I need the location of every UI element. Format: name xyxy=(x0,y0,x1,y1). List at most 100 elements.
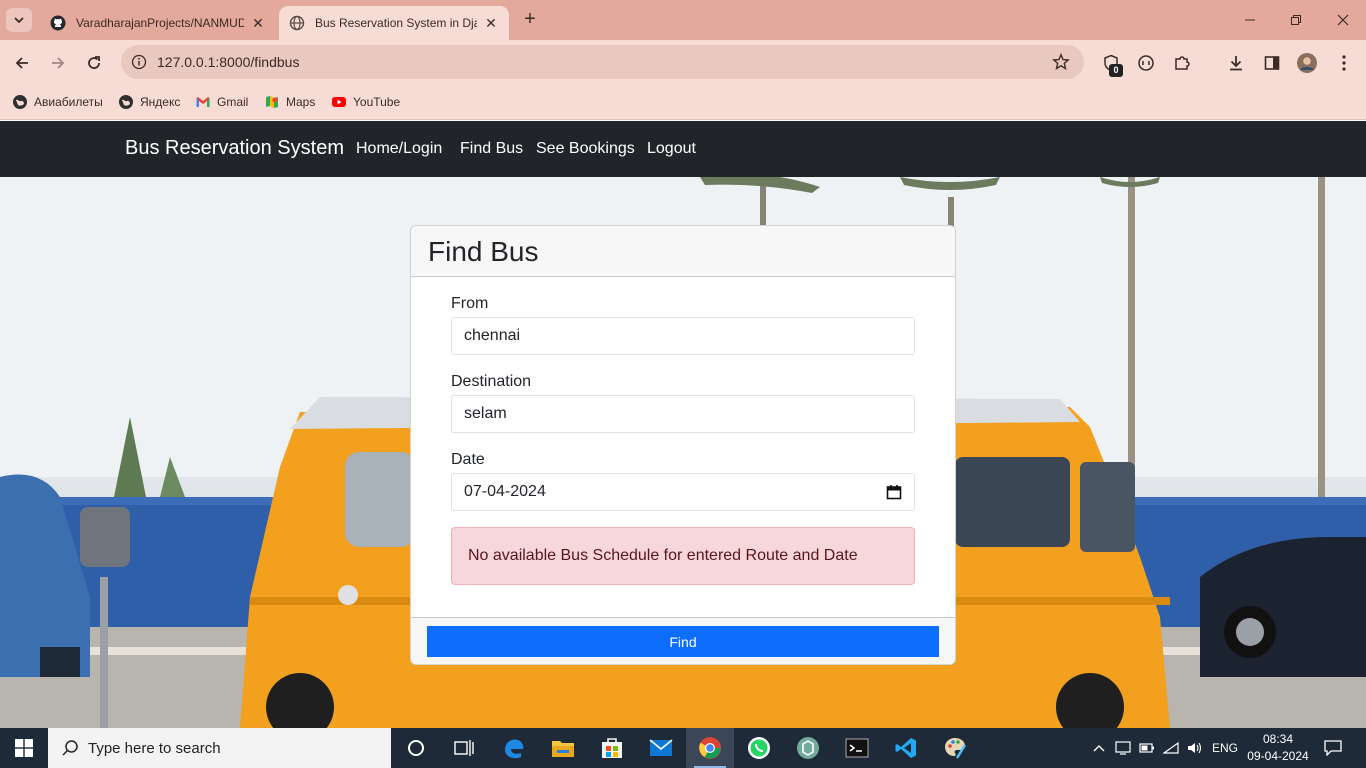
paint-palette-icon xyxy=(945,738,967,759)
language-indicator[interactable]: ENG xyxy=(1212,741,1238,755)
address-bar[interactable]: 127.0.0.1:8000/findbus xyxy=(121,45,1084,79)
taskbar-chrome[interactable] xyxy=(686,728,734,768)
bookmark-maps[interactable]: Maps xyxy=(264,92,315,112)
nav-link-find-bus[interactable]: Find Bus xyxy=(460,140,523,158)
downloads-button[interactable] xyxy=(1225,52,1247,74)
windows-icon xyxy=(15,739,33,757)
browser-menu-button[interactable] xyxy=(1333,52,1355,74)
page-viewport: Bus Reservation System Home/Login Find B… xyxy=(0,121,1366,728)
close-icon[interactable]: ✕ xyxy=(483,15,499,32)
browser-toolbar: 127.0.0.1:8000/findbus xyxy=(0,40,1366,86)
taskbar-edge[interactable] xyxy=(490,728,538,768)
taskbar-vscode[interactable] xyxy=(882,728,930,768)
nav-link-see-bookings[interactable]: See Bookings xyxy=(536,140,635,158)
taskbar-chatgpt[interactable] xyxy=(784,728,832,768)
taskbar-terminal[interactable] xyxy=(833,728,881,768)
clock-time: 08:34 xyxy=(1262,732,1294,746)
find-button[interactable]: Find xyxy=(427,626,939,657)
taskbar-store[interactable] xyxy=(588,728,636,768)
arrow-left-icon xyxy=(15,57,28,69)
cortana-circle-icon xyxy=(408,740,424,756)
navbar-brand[interactable]: Bus Reservation System xyxy=(125,137,344,160)
bookmark-yandex[interactable]: Яндекс xyxy=(118,92,180,112)
chevron-up-icon xyxy=(1093,745,1105,752)
date-input-value: 07-04-2024 xyxy=(464,483,546,500)
notification-icon xyxy=(1324,740,1342,756)
url-text[interactable]: 127.0.0.1:8000/findbus xyxy=(157,54,299,70)
nav-link-home-login[interactable]: Home/Login xyxy=(356,140,442,158)
tray-meet-now[interactable] xyxy=(1114,738,1132,758)
tray-wifi[interactable] xyxy=(1162,738,1180,758)
chevron-down-icon xyxy=(14,17,24,24)
taskbar-whatsapp[interactable] xyxy=(735,728,783,768)
back-button[interactable] xyxy=(10,51,34,75)
tray-overflow-button[interactable] xyxy=(1090,738,1108,758)
from-label: From xyxy=(451,295,489,312)
github-icon xyxy=(50,15,66,31)
taskbar-file-explorer[interactable] xyxy=(539,728,587,768)
avatar xyxy=(1297,53,1317,73)
date-label: Date xyxy=(451,451,485,468)
reload-icon xyxy=(88,56,100,69)
close-window-button[interactable] xyxy=(1333,10,1353,30)
from-input[interactable]: chennai xyxy=(451,317,915,355)
tab-title: VaradharajanProjects/NANMUD xyxy=(76,16,244,30)
restore-button[interactable] xyxy=(1286,10,1306,30)
forward-button[interactable] xyxy=(46,51,70,75)
monitor-icon xyxy=(1115,741,1131,755)
tray-volume[interactable] xyxy=(1186,738,1204,758)
error-alert: No available Bus Schedule for entered Ro… xyxy=(451,527,915,585)
edge-icon xyxy=(505,739,524,759)
globe-icon xyxy=(13,95,27,109)
bookmarks-bar: Авиабилеты Яндекс Gmail Maps YouTube xyxy=(0,86,1366,120)
store-icon xyxy=(602,738,622,758)
maps-icon xyxy=(266,96,278,108)
cortana-button[interactable] xyxy=(392,728,440,768)
tray-battery[interactable] xyxy=(1138,738,1156,758)
side-panel-button[interactable] xyxy=(1261,52,1283,74)
globe-icon xyxy=(119,95,133,109)
extensions-menu-button[interactable] xyxy=(1171,52,1193,74)
system-clock[interactable]: 08:34 09-04-2024 xyxy=(1244,731,1312,765)
tab-search-button[interactable] xyxy=(6,8,32,32)
search-icon xyxy=(62,740,78,756)
tab-title: Bus Reservation System in Djan xyxy=(315,16,477,30)
taskbar-search-box[interactable]: Type here to search xyxy=(48,728,391,768)
minimize-button[interactable] xyxy=(1240,10,1260,30)
calendar-icon[interactable] xyxy=(886,484,902,500)
bookmark-youtube[interactable]: YouTube xyxy=(331,92,400,112)
start-button[interactable] xyxy=(0,728,48,768)
bookmark-gmail[interactable]: Gmail xyxy=(195,92,248,112)
page-title: Find Bus xyxy=(428,236,539,267)
globe-icon xyxy=(289,15,305,31)
taskbar-paint[interactable] xyxy=(931,728,979,768)
destination-input[interactable]: selam xyxy=(451,395,915,433)
bookmark-aviabilety[interactable]: Авиабилеты xyxy=(12,92,103,112)
reload-button[interactable] xyxy=(82,51,106,75)
destination-input-value: selam xyxy=(464,405,507,422)
browser-tab-github[interactable]: VaradharajanProjects/NANMUD ✕ xyxy=(40,6,276,40)
extension-button[interactable] xyxy=(1135,52,1157,74)
kebab-menu-icon xyxy=(1342,55,1346,71)
vscode-icon xyxy=(895,738,916,758)
extension-badge: 0 xyxy=(1109,64,1123,77)
task-view-icon xyxy=(454,740,474,756)
find-button-label: Find xyxy=(669,633,697,650)
taskbar-mail[interactable] xyxy=(637,728,685,768)
date-input[interactable]: 07-04-2024 xyxy=(451,473,915,511)
info-icon[interactable] xyxy=(131,54,147,70)
restore-icon xyxy=(1291,15,1301,25)
search-placeholder: Type here to search xyxy=(88,739,221,757)
nav-link-logout[interactable]: Logout xyxy=(647,140,696,158)
mail-icon xyxy=(649,739,673,756)
circle-extension-icon xyxy=(1138,55,1154,71)
download-icon xyxy=(1230,56,1242,71)
close-icon[interactable]: ✕ xyxy=(250,15,266,32)
bookmark-star-icon[interactable] xyxy=(1052,53,1070,71)
new-tab-button[interactable]: + xyxy=(520,9,540,30)
browser-tab-bus-reservation[interactable]: Bus Reservation System in Djan ✕ xyxy=(279,6,509,40)
task-view-button[interactable] xyxy=(440,728,488,768)
notifications-button[interactable] xyxy=(1324,738,1342,758)
chatgpt-icon xyxy=(797,737,819,759)
profile-button[interactable] xyxy=(1296,52,1318,74)
